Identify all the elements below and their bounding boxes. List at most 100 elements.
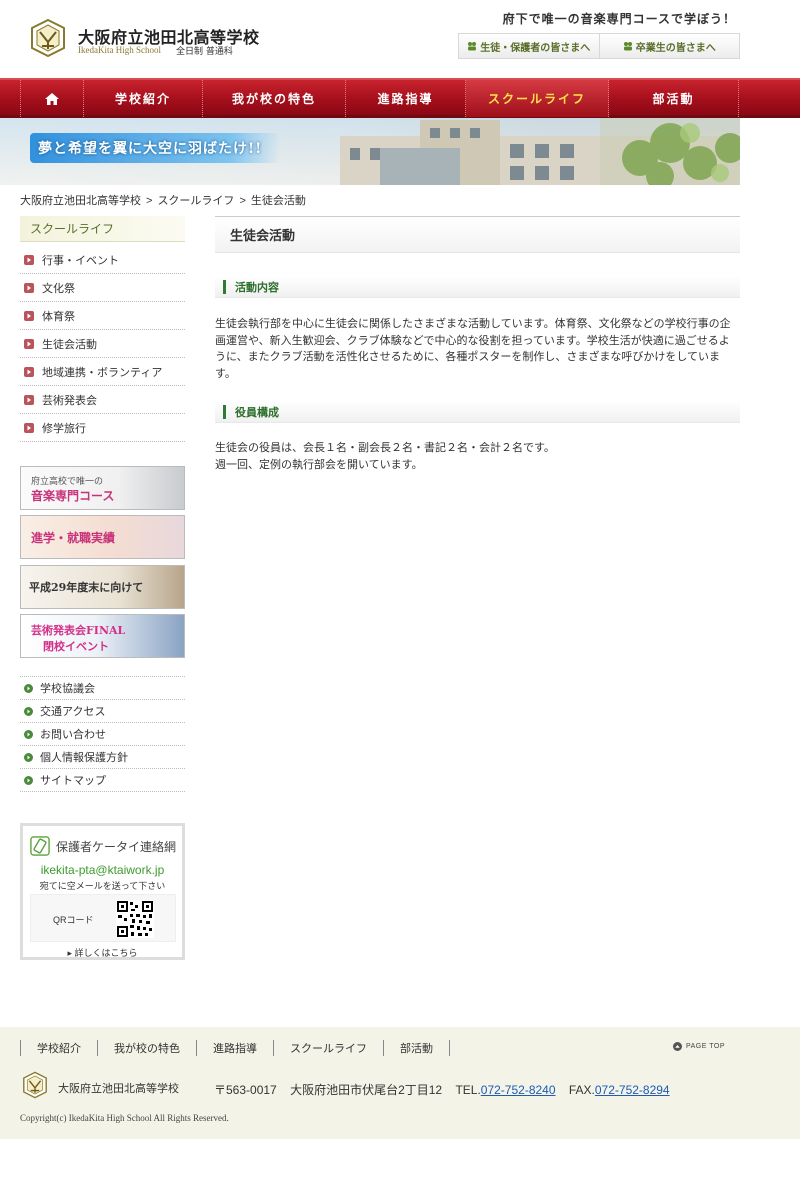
section-body-officers: 生徒会の役員は、会長１名・副会長２名・書記２名・会計２名です。 週一回、定例の執… xyxy=(215,440,740,473)
site-footer: 学校紹介 我が校の特色 進路指導 スクールライフ 部活動 PAGE TOP 大阪… xyxy=(0,1027,800,1139)
sidebar-item-culture-festival[interactable]: 文化祭 xyxy=(20,274,185,302)
link-privacy[interactable]: 個人情報保護方針 xyxy=(20,746,185,769)
section-heading-text: 活動内容 xyxy=(235,281,279,294)
circle-arrow-icon xyxy=(24,706,33,716)
arrow-bullet-icon xyxy=(24,282,34,293)
footer-nav-school-life[interactable]: スクールライフ xyxy=(273,1040,383,1056)
sidebar-item-label: 生徒会活動 xyxy=(42,338,97,351)
school-logo-link[interactable]: 大阪府立池田北高等学校 IkedaKita High School 全日制 普通… xyxy=(28,18,263,60)
link-label: お問い合わせ xyxy=(40,729,106,741)
audience-links: 生徒・保護者の皆さまへ 卒業生の皆さまへ xyxy=(458,33,740,59)
breadcrumb-school-life[interactable]: スクールライフ xyxy=(157,195,234,207)
graduates-link[interactable]: 卒業生の皆さまへ xyxy=(598,34,740,58)
arrow-bullet-icon xyxy=(24,366,34,377)
pta-note: 宛てに空メールを送って下さい xyxy=(39,881,166,891)
home-icon xyxy=(45,92,59,105)
hero-banner: 夢と希望を翼に大空に羽ばたけ!! xyxy=(0,118,800,185)
fax-link[interactable]: 072-752-8294 xyxy=(595,1083,670,1097)
qr-code-icon xyxy=(116,900,154,938)
footer-nav-clubs[interactable]: 部活動 xyxy=(383,1040,450,1056)
final-banner-line2: 閉校イベント xyxy=(43,640,109,653)
sidebar-item-school-trip[interactable]: 修学旅行 xyxy=(20,414,185,442)
nav-career[interactable]: 進路指導 xyxy=(346,80,466,117)
nav-clubs[interactable]: 部活動 xyxy=(609,80,739,117)
career-results-banner[interactable]: 進学・就職実績 xyxy=(20,515,185,559)
circle-arrow-icon xyxy=(24,729,33,739)
sidebar: スクールライフ 行事・イベント 文化祭 体育祭 生徒会活動 地域連携・ボランティ… xyxy=(20,216,185,442)
circle-arrow-icon xyxy=(24,752,33,762)
footer-school-name: 大阪府立池田北高等学校 xyxy=(58,1082,179,1095)
music-course-banner[interactable]: 府立高校で唯一の 音楽専門コース xyxy=(20,466,185,510)
sidebar-item-art-presentation[interactable]: 芸術発表会 xyxy=(20,386,185,414)
sidebar-item-label: 体育祭 xyxy=(42,310,75,323)
link-contact[interactable]: お問い合わせ xyxy=(20,723,185,746)
qr-label: QRコード xyxy=(53,915,94,925)
heading-bar xyxy=(223,404,226,419)
parent-mobile-network-box: 保護者ケータイ連絡網 ikekita-pta@ktaiwork.jp 宛てに空メ… xyxy=(20,823,185,960)
arrow-bullet-icon xyxy=(24,310,34,321)
music-banner-line1: 府立高校で唯一の xyxy=(31,477,104,487)
page-top-label: PAGE TOP xyxy=(685,1043,725,1050)
graduates-label: 卒業生の皆さまへ xyxy=(635,42,716,54)
people-icon xyxy=(623,42,632,51)
arrow-bullet-icon xyxy=(24,394,34,405)
sidebar-item-student-council[interactable]: 生徒会活動 xyxy=(20,330,185,358)
students-parents-label: 生徒・保護者の皆さまへ xyxy=(480,42,591,54)
h29-banner[interactable]: 平成29年度末に向けて xyxy=(20,565,185,609)
footer-postal: 〒563-0017 xyxy=(214,1083,277,1097)
students-parents-link[interactable]: 生徒・保護者の皆さまへ xyxy=(459,34,599,58)
circle-arrow-icon xyxy=(24,683,33,693)
section-body-activities: 生徒会執行部を中心に生徒会に関係したさまざまな活動しています。体育祭、文化祭など… xyxy=(215,318,731,380)
footer-nav-career[interactable]: 進路指導 xyxy=(196,1040,273,1056)
link-label: 学校協議会 xyxy=(40,683,95,695)
page-top-link[interactable]: PAGE TOP xyxy=(672,1042,725,1051)
pta-more-link[interactable]: ▸ 詳しくはこちら xyxy=(23,946,182,959)
link-access[interactable]: 交通アクセス xyxy=(20,700,185,723)
footer-street: 大阪府池田市伏尾台2丁目12 xyxy=(290,1083,443,1097)
school-course: 全日制 普通科 xyxy=(176,47,233,57)
nav-about[interactable]: 学校紹介 xyxy=(84,80,203,117)
header-tagline: 府下で唯一の音楽専門コースで学ぼう！ xyxy=(502,12,736,26)
nav-home[interactable] xyxy=(20,80,84,117)
sidebar-sub-links: 学校協議会 交通アクセス お問い合わせ 個人情報保護方針 サイトマップ xyxy=(20,676,185,792)
officers-line: 週一回、定例の執行部会を開いています。 xyxy=(215,458,423,471)
sidebar-item-label: 地域連携・ボランティア xyxy=(42,366,163,379)
nav-features[interactable]: 我が校の特色 xyxy=(203,80,346,117)
copyright: Copyright(c) IkedaKita High School All R… xyxy=(20,1113,229,1123)
career-banner-text: 進学・就職実績 xyxy=(31,531,116,545)
circle-arrow-icon xyxy=(24,775,33,785)
footer-nav-features[interactable]: 我が校の特色 xyxy=(97,1040,196,1056)
link-label: 交通アクセス xyxy=(40,706,106,718)
section-heading-officers: 役員構成 xyxy=(215,401,740,423)
sidebar-item-label: 芸術発表会 xyxy=(42,394,97,407)
footer-nav-about[interactable]: 学校紹介 xyxy=(20,1040,97,1056)
breadcrumb-current: 生徒会活動 xyxy=(250,195,306,207)
breadcrumb-separator: > xyxy=(239,195,246,207)
people-icon xyxy=(468,42,477,51)
section-heading-activities: 活動内容 xyxy=(215,276,740,298)
site-header: 大阪府立池田北高等学校 IkedaKita High School 全日制 普通… xyxy=(0,0,800,78)
link-sitemap[interactable]: サイトマップ xyxy=(20,769,185,792)
qr-area: QRコード xyxy=(30,894,176,942)
tel-label: TEL. xyxy=(455,1083,481,1097)
link-school-council[interactable]: 学校協議会 xyxy=(20,677,185,700)
arrow-bullet-icon xyxy=(24,422,34,433)
breadcrumb: 大阪府立池田北高等学校 > スクールライフ > 生徒会活動 xyxy=(20,192,306,208)
sidebar-item-sports-festival[interactable]: 体育祭 xyxy=(20,302,185,330)
h29-banner-text: 平成29年度末に向けて xyxy=(29,581,144,594)
tel-link[interactable]: 072-752-8240 xyxy=(481,1083,556,1097)
breadcrumb-home[interactable]: 大阪府立池田北高等学校 xyxy=(20,195,141,207)
final-banner-line1: 芸術発表会FINAL xyxy=(31,624,126,637)
sidebar-item-events[interactable]: 行事・イベント xyxy=(20,246,185,274)
breadcrumb-separator: > xyxy=(146,195,153,207)
pta-email-link[interactable]: ikekita-pta@ktaiwork.jp xyxy=(23,863,182,877)
arrow-bullet-icon xyxy=(24,254,34,265)
link-label: サイトマップ xyxy=(40,775,106,787)
sidebar-item-community[interactable]: 地域連携・ボランティア xyxy=(20,358,185,386)
heading-bar xyxy=(223,279,226,294)
nav-school-life[interactable]: スクールライフ xyxy=(466,80,609,117)
main-content: 生徒会活動 活動内容 生徒会執行部を中心に生徒会に関係したさまざまな活動していま… xyxy=(215,216,740,471)
arrow-bullet-icon xyxy=(24,338,34,349)
art-final-banner[interactable]: 芸術発表会FINAL 閉校イベント xyxy=(20,614,185,658)
footer-address: 〒563-0017 大阪府池田市伏尾台2丁目12 TEL.072-752-824… xyxy=(214,1081,670,1098)
